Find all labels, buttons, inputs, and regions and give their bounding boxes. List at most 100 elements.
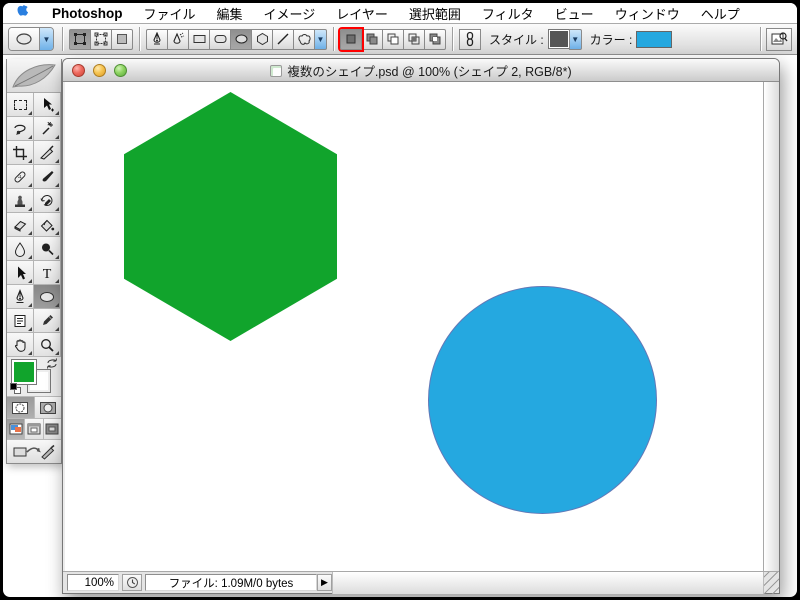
minimize-button[interactable]	[93, 64, 106, 77]
pen-tool-button[interactable]	[146, 29, 168, 50]
brush-icon	[39, 169, 55, 185]
crop-tool[interactable]	[7, 141, 34, 165]
tool-preset-dropdown-icon[interactable]: ▼	[39, 28, 53, 50]
quick-mask-mode-button[interactable]	[35, 397, 62, 418]
eyedropper-icon	[39, 313, 55, 329]
menu-window[interactable]: ウィンドウ	[615, 4, 680, 23]
freeform-pen-tool-button[interactable]	[167, 29, 189, 50]
dodge-tool[interactable]	[34, 237, 61, 261]
edit-in-imageready-button[interactable]	[7, 440, 61, 463]
foreground-color-swatch[interactable]	[12, 360, 36, 384]
line-tool-button[interactable]	[272, 29, 294, 50]
menu-image[interactable]: イメージ	[264, 4, 316, 23]
rectangle-tool-button[interactable]	[188, 29, 210, 50]
standard-mode-button[interactable]	[7, 397, 35, 418]
file-browser-button[interactable]	[766, 28, 792, 51]
paths-icon	[93, 31, 109, 47]
notes-tool[interactable]	[7, 309, 34, 333]
paths-mode-button[interactable]	[90, 29, 112, 50]
chain-link-icon	[465, 31, 475, 47]
slice-icon	[39, 145, 55, 161]
intersect-shape-areas-button[interactable]	[403, 29, 425, 50]
lasso-tool[interactable]	[7, 117, 34, 141]
path-selection-tool[interactable]	[7, 261, 34, 285]
eyedropper-tool[interactable]	[34, 309, 61, 333]
ellipse-tool-button[interactable]	[230, 29, 252, 50]
resize-grip[interactable]	[763, 572, 779, 594]
menu-help[interactable]: ヘルプ	[701, 4, 740, 23]
create-new-shape-layer-button[interactable]	[340, 29, 362, 50]
separator	[139, 27, 140, 51]
fullscreen-button[interactable]	[44, 419, 61, 439]
subtract-shape-area-icon	[386, 32, 400, 46]
exclude-overlapping-areas-button[interactable]	[424, 29, 446, 50]
document-titlebar[interactable]: 複数のシェイプ.psd @ 100% (シェイプ 2, RGB/8*)	[63, 59, 779, 82]
hexagon-shape[interactable]	[124, 92, 337, 341]
hand-icon	[12, 337, 28, 353]
menu-layer[interactable]: レイヤー	[336, 4, 388, 23]
add-to-shape-area-button[interactable]	[361, 29, 383, 50]
zoom-level-field[interactable]: 100%	[67, 574, 119, 591]
style-dropdown-icon[interactable]: ▼	[569, 29, 582, 50]
path-area-group	[340, 29, 446, 50]
clone-stamp-tool[interactable]	[7, 189, 34, 213]
menu-view[interactable]: ビュー	[555, 4, 594, 23]
healing-brush-icon	[12, 169, 28, 185]
move-tool[interactable]	[34, 93, 61, 117]
blur-tool[interactable]	[7, 237, 34, 261]
shape-layers-icon	[72, 31, 88, 47]
rounded-rectangle-tool-button[interactable]	[209, 29, 231, 50]
menu-edit[interactable]: 編集	[217, 4, 243, 23]
healing-brush-tool[interactable]	[7, 165, 34, 189]
fill-pixels-mode-button[interactable]	[111, 29, 133, 50]
menu-filter[interactable]: フィルタ	[482, 4, 534, 23]
file-info-field[interactable]: ファイル: 1.09M/0 bytes	[145, 574, 317, 591]
brush-tool[interactable]	[34, 165, 61, 189]
menu-select[interactable]: 選択範囲	[409, 4, 461, 23]
circle-shape[interactable]	[428, 286, 657, 514]
timer-button[interactable]	[122, 574, 142, 591]
paint-bucket-tool[interactable]	[34, 213, 61, 237]
eraser-tool[interactable]	[7, 213, 34, 237]
canvas[interactable]	[65, 82, 763, 571]
slice-tool[interactable]	[34, 141, 61, 165]
standard-mode-icon	[11, 401, 29, 415]
fullscreen-with-menu-button[interactable]	[25, 419, 43, 439]
default-colors-icon[interactable]	[10, 383, 21, 394]
type-tool[interactable]: T	[34, 261, 61, 285]
shape-color-swatch[interactable]	[636, 31, 672, 48]
eraser-icon	[12, 217, 28, 233]
pen-tool[interactable]	[7, 285, 34, 309]
vertical-scrollbar[interactable]	[763, 82, 779, 571]
fill-pixels-icon	[114, 31, 130, 47]
close-button[interactable]	[72, 64, 85, 77]
history-brush-tool[interactable]	[34, 189, 61, 213]
ellipse-shape-tool-selected[interactable]	[34, 285, 61, 309]
toolbox-header[interactable]	[7, 59, 61, 93]
subtract-from-shape-area-button[interactable]	[382, 29, 404, 50]
horizontal-scrollbar[interactable]	[332, 572, 763, 594]
apple-menu[interactable]	[17, 5, 31, 21]
polygon-tool-button[interactable]	[251, 29, 273, 50]
standard-screen-mode-button[interactable]	[7, 419, 25, 439]
status-menu-arrow[interactable]: ▶	[317, 574, 332, 591]
menu-photoshop[interactable]: Photoshop	[52, 6, 123, 21]
magic-wand-tool[interactable]	[34, 117, 61, 141]
notes-icon	[12, 313, 28, 329]
draw-mode-group	[69, 29, 133, 50]
hand-tool[interactable]	[7, 333, 34, 357]
rectangular-marquee-tool[interactable]	[7, 93, 34, 117]
separator	[62, 27, 63, 51]
shape-layers-mode-button[interactable]	[69, 29, 91, 50]
shape-options-dropdown-icon[interactable]: ▼	[314, 29, 327, 50]
link-button[interactable]	[459, 29, 481, 50]
tool-preset-picker[interactable]: ▼	[8, 27, 54, 51]
ellipse-icon	[234, 32, 249, 46]
custom-shape-tool-button[interactable]	[293, 29, 315, 50]
zoom-window-button[interactable]	[114, 64, 127, 77]
rectangle-icon	[192, 32, 207, 46]
zoom-tool[interactable]	[34, 333, 61, 357]
menu-file[interactable]: ファイル	[144, 4, 196, 23]
style-swatch[interactable]	[548, 29, 570, 49]
swap-colors-icon[interactable]	[46, 358, 58, 369]
